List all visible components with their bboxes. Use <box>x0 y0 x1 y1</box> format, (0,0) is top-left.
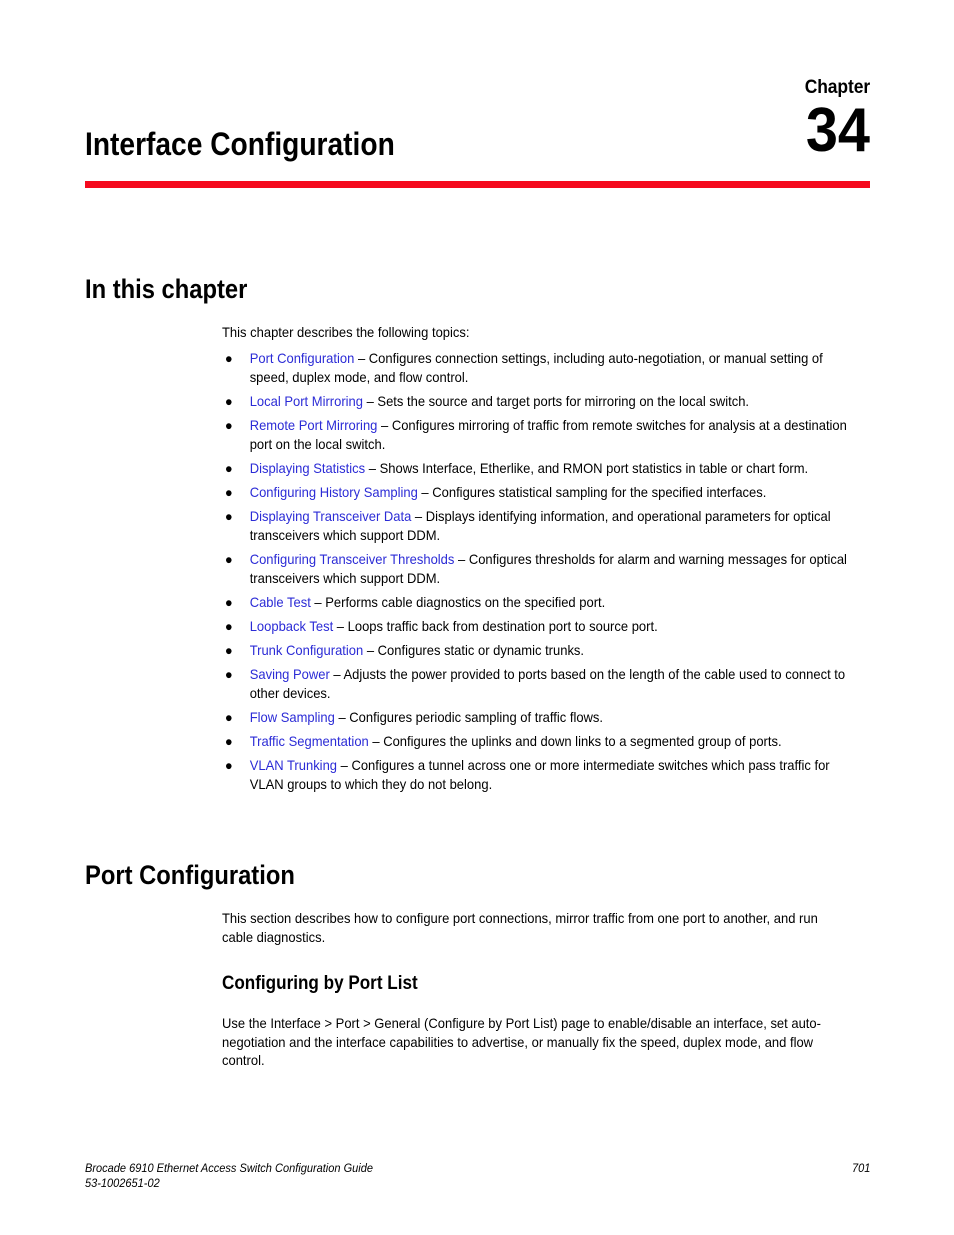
topic-link[interactable]: Local Port Mirroring <box>250 394 363 409</box>
topic-separator: – <box>329 667 344 683</box>
bullet-icon: ● <box>224 393 233 409</box>
list-item: ● Trunk Configuration – Configures static… <box>222 642 848 661</box>
bullet-icon: ● <box>224 643 233 659</box>
chapter-header: Chapter 34 Interface Configuration <box>85 78 870 183</box>
topic-description: Loops traffic back from destination port… <box>347 618 658 634</box>
list-item: ● Local Port Mirroring – Sets the source … <box>222 393 848 412</box>
footer-document-info: Brocade 6910 Ethernet Access Switch Conf… <box>85 1161 373 1191</box>
heading-configuring-by-port-list: Configuring by Port List <box>222 973 418 994</box>
topic-link[interactable]: Displaying Statistics <box>250 461 365 476</box>
topic-link[interactable]: Traffic Segmentation <box>250 734 369 749</box>
topic-separator: – <box>310 594 326 610</box>
bullet-icon: ● <box>224 551 233 567</box>
topic-separator: – <box>411 509 426 525</box>
heading-port-configuration: Port Configuration <box>85 860 295 890</box>
topic-separator: – <box>454 551 469 567</box>
topic-link[interactable]: Port Configuration <box>250 351 355 366</box>
chapter-label: Chapter <box>804 77 870 98</box>
topic-link[interactable]: Configuring Transceiver Thresholds <box>250 552 455 567</box>
topic-link[interactable]: Flow Sampling <box>250 710 335 725</box>
topic-link[interactable]: Remote Port Mirroring <box>250 418 378 433</box>
list-item: ● Flow Sampling – Configures periodic sam… <box>222 709 848 728</box>
list-item: ● Configuring Transceiver Thresholds – Co… <box>222 551 848 588</box>
topic-description: Configures the uplinks and down links to… <box>383 734 782 750</box>
topic-link[interactable]: Displaying Transceiver Data <box>250 509 412 524</box>
chapter-divider-rule <box>85 181 870 188</box>
topic-link[interactable]: Trunk Configuration <box>250 643 364 658</box>
topic-list: ● Port Configuration – Configures connect… <box>222 350 848 800</box>
configuring-by-port-list-paragraph: Use the Interface > Port > General (Conf… <box>222 1016 821 1069</box>
topic-link[interactable]: VLAN Trunking <box>250 758 337 773</box>
topic-separator: – <box>363 643 378 659</box>
port-configuration-paragraph: This section describes how to configure … <box>222 911 818 945</box>
topic-description: Configures statistical sampling for the … <box>432 484 767 500</box>
bullet-icon: ● <box>224 417 233 433</box>
topic-description: Performs cable diagnostics on the specif… <box>325 594 606 610</box>
heading-in-this-chapter: In this chapter <box>85 274 248 304</box>
bullet-icon: ● <box>224 667 233 683</box>
list-item: ● Configuring History Sampling – Configur… <box>222 484 848 503</box>
list-item: ● VLAN Trunking – Configures a tunnel acr… <box>222 757 848 794</box>
topic-separator: – <box>365 460 380 476</box>
bullet-icon: ● <box>224 460 233 476</box>
bullet-icon: ● <box>224 758 233 774</box>
bullet-icon: ● <box>224 734 233 750</box>
topic-description: Configures periodic sampling of traffic … <box>349 710 604 726</box>
chapter-number: 34 <box>805 96 870 165</box>
list-item: ● Displaying Statistics – Shows Interface… <box>222 460 848 479</box>
page-footer: Brocade 6910 Ethernet Access Switch Conf… <box>85 1161 870 1201</box>
topic-description: Configures static or dynamic trunks. <box>377 643 585 659</box>
bullet-icon: ● <box>224 710 233 726</box>
topic-separator: – <box>333 618 348 634</box>
topic-link[interactable]: Configuring History Sampling <box>250 485 418 500</box>
list-item: ● Displaying Transceiver Data – Displays … <box>222 508 848 545</box>
topic-link[interactable]: Saving Power <box>250 667 330 682</box>
topic-separator: – <box>377 417 392 433</box>
topic-separator: – <box>354 351 369 366</box>
list-item: ● Port Configuration – Configures connect… <box>222 350 848 387</box>
footer-page-number: 701 <box>851 1162 870 1175</box>
list-item: ● Loopback Test – Loops traffic back from… <box>222 618 848 637</box>
bullet-icon: ● <box>224 484 233 500</box>
document-page: Chapter 34 Interface Configuration In th… <box>0 0 954 1235</box>
topic-separator: – <box>337 758 352 774</box>
list-item: ● Traffic Segmentation – Configures the u… <box>222 733 848 752</box>
topic-separator: – <box>417 484 433 500</box>
list-item: ● Remote Port Mirroring – Configures mirr… <box>222 417 848 454</box>
topic-separator: – <box>368 734 384 750</box>
intro-paragraph: This chapter describes the following top… <box>222 325 470 340</box>
topic-link[interactable]: Loopback Test <box>250 619 333 634</box>
footer-document-title: Brocade 6910 Ethernet Access Switch Conf… <box>85 1162 373 1175</box>
bullet-icon: ● <box>224 351 233 366</box>
topic-description: Shows Interface, Etherlike, and RMON por… <box>379 460 809 476</box>
list-item: ● Cable Test – Performs cable diagnostics… <box>222 594 848 613</box>
page-title: Interface Configuration <box>85 126 395 162</box>
topic-description: Sets the source and target ports for mir… <box>377 393 750 409</box>
bullet-icon: ● <box>224 594 233 610</box>
list-item: ● Saving Power – Adjusts the power provid… <box>222 666 848 703</box>
bullet-icon: ● <box>224 618 233 634</box>
topic-link[interactable]: Cable Test <box>250 595 311 610</box>
bullet-icon: ● <box>224 509 233 525</box>
topic-separator: – <box>334 710 350 726</box>
footer-document-number: 53-1002651-02 <box>85 1177 160 1190</box>
topic-separator: – <box>362 393 378 409</box>
